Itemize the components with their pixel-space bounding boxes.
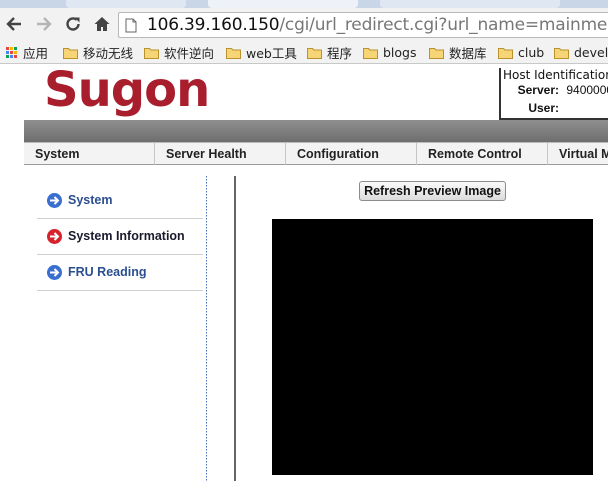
arrow-right-circle-icon xyxy=(47,193,62,208)
forward-arrow-icon xyxy=(37,17,52,31)
browser-tab[interactable] xyxy=(66,0,186,8)
bookmark-label: blogs xyxy=(383,44,417,60)
menu-remote-control[interactable]: Remote Control xyxy=(417,143,548,165)
sidebar-item-system-information[interactable]: System Information xyxy=(37,219,203,255)
home-button[interactable] xyxy=(92,14,112,34)
menu-virtual-media[interactable]: Virtual M xyxy=(548,143,608,165)
browser-tab-active[interactable] xyxy=(208,0,358,8)
url-text: 106.39.160.150/cgi/url_redirect.cgi?url_… xyxy=(147,15,608,35)
bookmark-item[interactable]: 移动无线 xyxy=(63,44,134,61)
bookmark-label: 移动无线 xyxy=(83,45,134,61)
bookmark-item[interactable]: blogs xyxy=(363,44,417,60)
bookmark-label: 应用 xyxy=(23,45,49,61)
bookmark-item[interactable]: 数据库 xyxy=(429,44,487,61)
main-menu-bar: System Server Health Configuration Remot… xyxy=(24,142,608,165)
page-icon xyxy=(125,18,137,33)
sidebar-dotted-divider xyxy=(206,176,207,481)
folder-icon xyxy=(363,47,378,59)
reload-button[interactable] xyxy=(63,14,83,34)
sidebar-item-fru-reading[interactable]: FRU Reading xyxy=(37,255,203,291)
bookmark-label: 数据库 xyxy=(449,45,487,61)
folder-icon xyxy=(429,47,444,59)
bookmark-item[interactable]: 应用 xyxy=(6,44,49,61)
header-gray-bar xyxy=(24,120,608,142)
host-identification-box: Host Identification Server: 94000007 Use… xyxy=(499,68,608,120)
bookmark-label: devel xyxy=(574,44,608,60)
refresh-preview-button[interactable]: Refresh Preview Image xyxy=(359,181,506,201)
bookmark-label: club xyxy=(518,44,545,60)
folder-icon xyxy=(554,47,569,59)
menu-server-health[interactable]: Server Health xyxy=(155,143,286,165)
bookmark-label: web工具 xyxy=(246,45,297,61)
bookmark-item[interactable]: 软件逆向 xyxy=(144,44,215,61)
bookmarks-bar: 应用 移动无线 软件逆向 web工具 程序 blogs 数据库 club devel xyxy=(0,40,608,64)
sidebar-item-system[interactable]: System xyxy=(37,183,203,219)
browser-tab[interactable] xyxy=(380,0,560,8)
content-divider xyxy=(234,176,236,481)
browser-toolbar: 106.39.160.150/cgi/url_redirect.cgi?url_… xyxy=(0,8,608,40)
bookmark-item[interactable]: 程序 xyxy=(307,44,353,61)
back-arrow-icon xyxy=(6,17,21,31)
bookmark-item[interactable]: devel xyxy=(554,44,608,60)
folder-icon xyxy=(144,47,159,59)
sidebar-item-label: System Information xyxy=(68,229,185,243)
url-host: 106.39.160.150 xyxy=(147,15,280,35)
folder-icon xyxy=(226,47,241,59)
server-label: Server: xyxy=(517,83,559,97)
bookmark-item[interactable]: club xyxy=(498,44,544,60)
bookmark-label: 软件逆向 xyxy=(164,45,215,61)
tab-strip xyxy=(0,0,608,8)
sidebar: System System Information FRU Reading xyxy=(37,183,203,291)
browser-window: 106.39.160.150/cgi/url_redirect.cgi?url_… xyxy=(0,0,608,481)
bookmark-item[interactable]: web工具 xyxy=(226,44,297,61)
folder-icon xyxy=(307,47,322,59)
user-row: User: AI xyxy=(515,101,608,115)
menu-system[interactable]: System xyxy=(24,143,155,165)
user-label: User: xyxy=(528,101,559,115)
home-icon xyxy=(94,17,110,31)
forward-button[interactable] xyxy=(34,14,54,34)
sugon-logo: Sugon xyxy=(44,62,210,118)
back-button[interactable] xyxy=(4,14,24,34)
url-path: /cgi/url_redirect.cgi?url_name=mainmenu xyxy=(279,15,608,35)
folder-icon xyxy=(63,47,78,59)
apps-grid-icon xyxy=(6,46,17,58)
host-identification-title: Host Identification xyxy=(503,68,608,82)
server-value: 94000007 xyxy=(566,83,608,97)
sidebar-item-label: FRU Reading xyxy=(68,265,147,279)
reload-icon xyxy=(66,17,80,31)
sidebar-item-label: System xyxy=(68,193,113,207)
bookmark-label: 程序 xyxy=(327,45,353,61)
preview-image xyxy=(272,219,593,475)
address-bar[interactable]: 106.39.160.150/cgi/url_redirect.cgi?url_… xyxy=(118,12,608,38)
server-row: Server: 94000007 xyxy=(515,83,608,97)
arrow-right-circle-icon xyxy=(47,229,62,244)
folder-icon xyxy=(498,47,513,59)
menu-configuration[interactable]: Configuration xyxy=(286,143,417,165)
arrow-right-circle-icon xyxy=(47,265,62,280)
